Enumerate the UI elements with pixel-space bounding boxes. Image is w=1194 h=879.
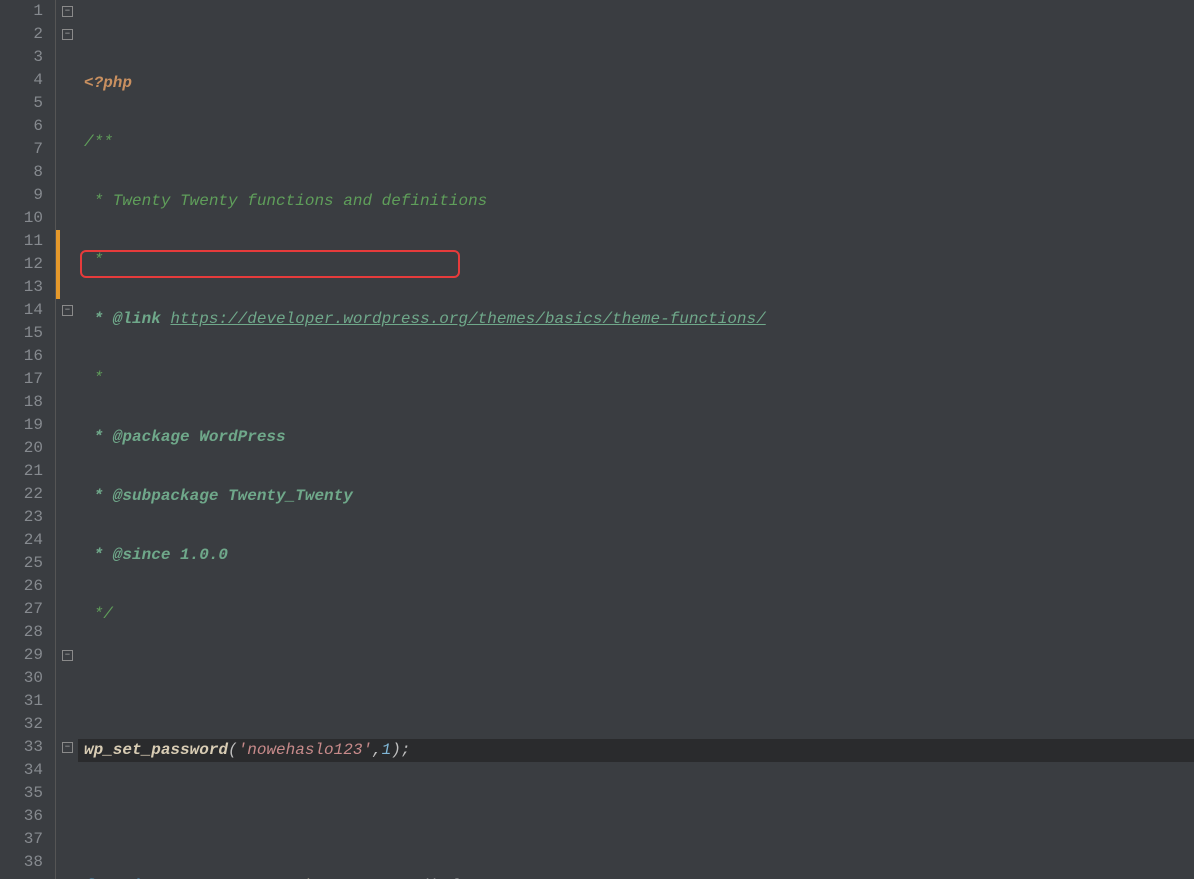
code-line[interactable]: */ [78, 603, 1194, 626]
line-number: 11 [0, 230, 43, 253]
line-number: 13 [0, 276, 43, 299]
code-line[interactable]: /** [78, 131, 1194, 154]
line-number: 28 [0, 621, 43, 644]
fold-toggle-icon[interactable]: − [62, 6, 73, 17]
line-number: 33 [0, 736, 43, 759]
line-number: 14 [0, 299, 43, 322]
line-number: 29 [0, 644, 43, 667]
code-editor: 1 2 3 4 5 6 7 8 9 10 11 12 13 14 15 16 1… [0, 0, 1194, 879]
docblock-text: * [84, 369, 103, 387]
docblock-open: /** [84, 133, 113, 151]
code-line[interactable]: * @link https://developer.wordpress.org/… [78, 308, 1194, 331]
line-number: 1 [0, 0, 43, 23]
line-number: 27 [0, 598, 43, 621]
line-number: 34 [0, 759, 43, 782]
line-number: 19 [0, 414, 43, 437]
line-number: 4 [0, 69, 43, 92]
fold-toggle-icon[interactable]: − [62, 650, 73, 661]
docblock-link-tag: * @link [84, 310, 170, 328]
line-number: 22 [0, 483, 43, 506]
code-line[interactable]: * @since 1.0.0 [78, 544, 1194, 567]
line-number: 23 [0, 506, 43, 529]
line-number: 8 [0, 161, 43, 184]
line-number: 7 [0, 138, 43, 161]
line-number: 10 [0, 207, 43, 230]
docblock-since: * @since 1.0.0 [84, 546, 228, 564]
line-number: 16 [0, 345, 43, 368]
code-line[interactable] [78, 816, 1194, 839]
code-line[interactable]: * [78, 249, 1194, 272]
line-number: 25 [0, 552, 43, 575]
code-line[interactable]: function twentytwenty_theme_support() { [78, 875, 1194, 879]
line-number: 21 [0, 460, 43, 483]
fold-toggle-icon[interactable]: − [62, 29, 73, 40]
docblock-text: * Twenty Twenty functions and definition… [84, 192, 487, 210]
php-open-tag: <?php [84, 74, 132, 92]
line-number: 37 [0, 828, 43, 851]
code-line-current[interactable]: wp_set_password('nowehaslo123',1); [78, 739, 1194, 762]
line-number: 2 [0, 23, 43, 46]
docblock-link-url[interactable]: https://developer.wordpress.org/themes/b… [170, 310, 765, 328]
line-number: 30 [0, 667, 43, 690]
docblock-text: * [84, 251, 103, 269]
docblock-subpackage: * @subpackage Twenty_Twenty [84, 487, 353, 505]
fold-gutter: − − − − − [60, 0, 78, 879]
line-number: 17 [0, 368, 43, 391]
line-number: 36 [0, 805, 43, 828]
string-literal: 'nowehaslo123' [238, 741, 372, 759]
code-line[interactable]: * Twenty Twenty functions and definition… [78, 190, 1194, 213]
line-number: 6 [0, 115, 43, 138]
function-call: wp_set_password [84, 741, 228, 759]
fold-toggle-icon[interactable]: − [62, 742, 73, 753]
line-number-gutter: 1 2 3 4 5 6 7 8 9 10 11 12 13 14 15 16 1… [0, 0, 56, 879]
line-number: 24 [0, 529, 43, 552]
code-line[interactable]: * @subpackage Twenty_Twenty [78, 485, 1194, 508]
line-number: 31 [0, 690, 43, 713]
line-number: 26 [0, 575, 43, 598]
number-literal: 1 [382, 741, 392, 759]
line-number: 38 [0, 851, 43, 874]
code-line[interactable]: <?php [78, 72, 1194, 95]
docblock-close: */ [84, 605, 113, 623]
code-line[interactable]: * @package WordPress [78, 426, 1194, 449]
docblock-package: * @package WordPress [84, 428, 286, 446]
line-number: 9 [0, 184, 43, 207]
line-number: 18 [0, 391, 43, 414]
line-number: 35 [0, 782, 43, 805]
line-number: 12 [0, 253, 43, 276]
code-line[interactable] [78, 662, 1194, 685]
line-number: 15 [0, 322, 43, 345]
fold-toggle-icon[interactable]: − [62, 305, 73, 316]
line-number: 5 [0, 92, 43, 115]
code-area[interactable]: <?php /** * Twenty Twenty functions and … [78, 0, 1194, 879]
line-number: 32 [0, 713, 43, 736]
line-number: 3 [0, 46, 43, 69]
line-number: 20 [0, 437, 43, 460]
code-line[interactable]: * [78, 367, 1194, 390]
